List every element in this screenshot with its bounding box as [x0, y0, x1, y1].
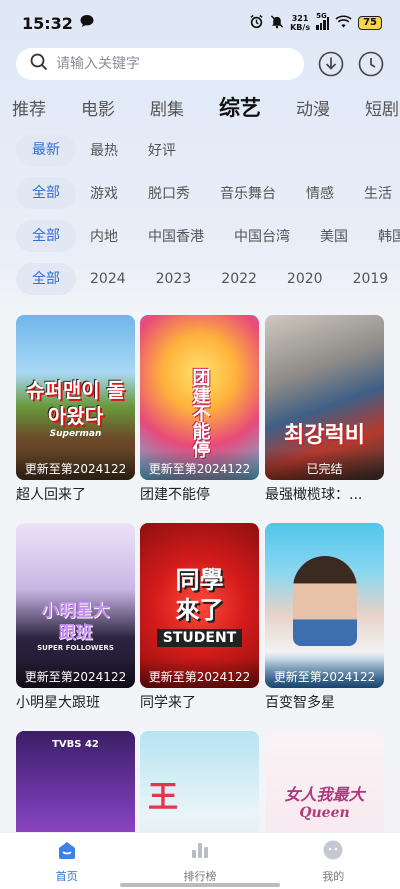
poster-title-text: 최강럭비	[284, 422, 365, 448]
signal-icon: 5G	[316, 12, 330, 30]
bottom-nav: 首页 排行榜 我的	[0, 832, 400, 889]
year-filter-row: 全部 2024 2023 2022 2020 2019	[16, 263, 400, 295]
tab-recommend[interactable]: 推荐	[12, 95, 46, 120]
net-speed-value: 321	[291, 14, 309, 23]
update-status: 更新至第2024122	[140, 450, 259, 480]
update-status: 已完结	[265, 450, 384, 480]
update-status: 更新至第2024122	[140, 658, 259, 688]
poster-title-text: 王	[148, 779, 178, 815]
poster-subtitle-text: Queen	[299, 805, 350, 821]
update-status: 更新至第2024122	[16, 658, 135, 688]
network-speed: 321 KB/s	[290, 14, 310, 32]
poster-title-text: 团建不能停	[189, 367, 211, 458]
tab-anime[interactable]: 动漫	[296, 95, 330, 120]
alarm-icon	[249, 14, 264, 32]
person-photo	[292, 555, 357, 646]
filter-region-hongkong[interactable]: 中国香港	[148, 226, 204, 246]
chat-bubble-icon	[79, 13, 95, 33]
filter-genre-games[interactable]: 游戏	[90, 183, 118, 203]
poster-title-text: 小明星大跟班	[41, 600, 110, 643]
update-status: 更新至第2024122	[16, 450, 135, 480]
filter-region-mainland[interactable]: 内地	[90, 226, 118, 246]
poster-subtitle-text: STUDENT	[156, 628, 243, 647]
filter-year-2020[interactable]: 2020	[287, 271, 323, 287]
filter-region-korea[interactable]: 韩国	[378, 226, 400, 246]
genre-filter-row: 全部 游戏 脱口秀 音乐舞台 情感 生活	[16, 177, 400, 209]
show-title: 同学来了	[140, 695, 196, 711]
filter-year-2024[interactable]: 2024	[90, 271, 126, 287]
filter-sort-latest[interactable]: 最新	[16, 134, 76, 166]
filter-year-2023[interactable]: 2023	[156, 271, 192, 287]
mute-icon	[270, 14, 284, 32]
main-tabs: 推荐 电影 剧集 综艺 动漫 短剧	[12, 92, 400, 122]
gesture-bar[interactable]	[120, 883, 280, 887]
filter-genre-music[interactable]: 音乐舞台	[220, 183, 276, 203]
ranking-icon	[189, 839, 211, 865]
poster-channel-text: TVBS 42	[52, 739, 99, 750]
wifi-icon	[335, 14, 352, 32]
tab-short-drama[interactable]: 短剧	[365, 95, 399, 120]
filter-year-2019[interactable]: 2019	[353, 271, 389, 287]
show-title: 最强橄榄球：...	[265, 487, 363, 503]
filter-genre-all[interactable]: 全部	[16, 177, 76, 209]
show-poster[interactable]: 同學來了 STUDENT 更新至第2024122	[140, 523, 259, 688]
poster-title-text: 女人我最大	[284, 785, 365, 804]
filter-genre-life[interactable]: 生活	[364, 183, 392, 203]
show-title: 团建不能停	[140, 487, 210, 503]
region-filter-row: 全部 内地 中国香港 中国台湾 美国 韩国	[16, 220, 400, 252]
poster-subtitle-text: Superman	[49, 428, 102, 439]
tab-series[interactable]: 剧集	[150, 95, 184, 120]
show-poster[interactable]: 슈퍼맨이 돌아왔다 Superman 更新至第2024122	[16, 315, 135, 480]
filter-genre-talkshow[interactable]: 脱口秀	[148, 183, 190, 203]
show-card[interactable]: 슈퍼맨이 돌아왔다 Superman 更新至第2024122 超人回来了	[16, 315, 135, 504]
nav-ranking[interactable]: 排行榜	[150, 839, 250, 884]
history-icon[interactable]	[358, 51, 384, 77]
poster-subtitle-text: SUPER FOLLOWERS	[37, 643, 114, 652]
nav-profile[interactable]: 我的	[283, 839, 383, 884]
show-poster[interactable]: 최강럭비 已完结	[265, 315, 384, 480]
show-title: 超人回来了	[16, 487, 86, 503]
show-card[interactable]: 최강럭비 已完结 最强橄榄球：...	[265, 315, 384, 504]
tab-variety[interactable]: 综艺	[219, 92, 261, 122]
filter-genre-romance[interactable]: 情感	[306, 183, 334, 203]
nav-home[interactable]: 首页	[17, 839, 117, 884]
net-speed-unit: KB/s	[290, 23, 311, 32]
show-card[interactable]: 更新至第2024122 百变智多星	[265, 523, 384, 712]
sort-filter-row: 最新 最热 好评	[16, 134, 400, 166]
filter-region-taiwan[interactable]: 中国台湾	[234, 226, 290, 246]
poster-title-text: 슈퍼맨이 돌아왔다	[26, 377, 125, 428]
search-box[interactable]	[16, 48, 304, 80]
profile-icon	[322, 839, 344, 865]
show-poster[interactable]: 小明星大跟班 SUPER FOLLOWERS 更新至第2024122	[16, 523, 135, 688]
filter-region-all[interactable]: 全部	[16, 220, 76, 252]
nav-ranking-label: 排行榜	[183, 869, 217, 883]
status-time: 15:32	[22, 13, 73, 33]
filter-sort-hottest[interactable]: 最热	[90, 140, 118, 160]
filter-region-usa[interactable]: 美国	[320, 226, 348, 246]
filter-year-all[interactable]: 全部	[16, 263, 76, 295]
search-row	[16, 47, 384, 81]
nav-profile-label: 我的	[322, 869, 345, 883]
filter-year-2022[interactable]: 2022	[221, 271, 257, 287]
network-type: 5G	[316, 12, 327, 20]
home-icon	[56, 839, 78, 865]
poster-title-text: 同學來了	[175, 565, 224, 624]
show-poster[interactable]: 团建不能停 更新至第2024122	[140, 315, 259, 480]
show-card[interactable]: 团建不能停 更新至第2024122 团建不能停	[140, 315, 259, 504]
show-title: 小明星大跟班	[16, 695, 100, 711]
status-bar: 15:32 321 KB/s 5G 75	[0, 0, 400, 46]
download-icon[interactable]	[318, 51, 344, 77]
filter-sort-rating[interactable]: 好评	[148, 140, 176, 160]
update-status: 更新至第2024122	[265, 658, 384, 688]
show-card[interactable]: 同學來了 STUDENT 更新至第2024122 同学来了	[140, 523, 259, 712]
search-input[interactable]	[56, 56, 286, 72]
tab-movies[interactable]: 电影	[81, 95, 115, 120]
show-card[interactable]: 小明星大跟班 SUPER FOLLOWERS 更新至第2024122 小明星大跟…	[16, 523, 135, 712]
battery-indicator: 75	[358, 16, 382, 30]
nav-home-label: 首页	[55, 869, 78, 883]
search-icon	[30, 53, 48, 75]
show-poster[interactable]: 更新至第2024122	[265, 523, 384, 688]
show-title: 百变智多星	[265, 695, 335, 711]
